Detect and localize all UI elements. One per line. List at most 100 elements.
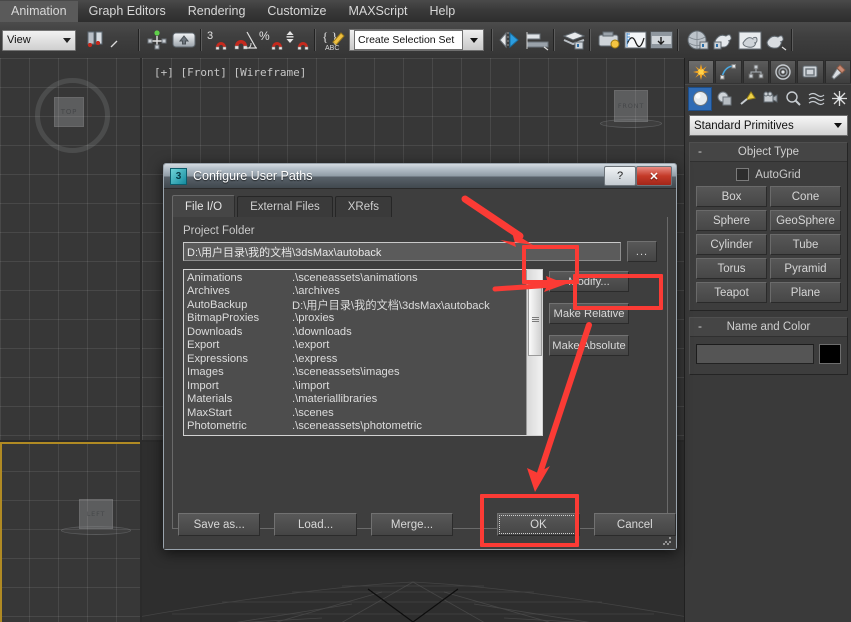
mirror-icon[interactable]	[498, 28, 522, 52]
selection-filter-icon[interactable]	[171, 28, 196, 52]
menu-item-customize[interactable]: Customize	[256, 1, 337, 22]
merge-button[interactable]: Merge...	[370, 513, 454, 536]
menu-item-animation[interactable]: Animation	[0, 0, 78, 22]
viewport-top-left[interactable]: TOP	[0, 58, 140, 440]
list-item[interactable]: Previews.\previews	[184, 433, 526, 435]
make-relative-button[interactable]: Make Relative	[549, 303, 629, 324]
lights-icon[interactable]	[736, 88, 758, 110]
angle-snap-toggle-icon[interactable]	[233, 28, 257, 52]
autogrid-row[interactable]: AutoGrid	[696, 166, 841, 186]
schematic-view-icon[interactable]	[648, 28, 673, 52]
list-item[interactable]: Images .\sceneassets\images	[184, 366, 526, 380]
geometry-icon[interactable]	[688, 86, 712, 111]
cameras-icon[interactable]	[759, 88, 781, 110]
spinner-snap-toggle-icon[interactable]	[285, 28, 309, 52]
bind-to-space-warp-icon[interactable]	[145, 28, 169, 52]
list-item[interactable]: Export .\export	[184, 339, 526, 353]
sphere-button[interactable]: Sphere	[696, 210, 767, 231]
modify-button[interactable]: Modify...	[549, 271, 629, 292]
list-item[interactable]: AutoBackup D:\用户目录\我的文档\3dsMax\autoback	[184, 298, 526, 312]
viewcube-face-front[interactable]: FRONT	[614, 90, 648, 122]
viewcube-compass-icon[interactable]	[600, 119, 662, 128]
object-color-swatch[interactable]	[819, 344, 841, 364]
list-item[interactable]: Expressions .\express	[184, 352, 526, 366]
cancel-button[interactable]: Cancel	[593, 513, 677, 536]
shapes-icon[interactable]	[713, 88, 735, 110]
geosphere-button[interactable]: GeoSphere	[770, 210, 841, 231]
browse-button[interactable]: ...	[627, 241, 657, 262]
list-item[interactable]: Photometric .\sceneassets\photometric	[184, 420, 526, 434]
object-category-dropdown[interactable]: Standard Primitives	[689, 115, 848, 136]
collapse-icon[interactable]: -	[698, 144, 702, 158]
help-button[interactable]: ?	[604, 166, 636, 186]
material-editor-icon[interactable]	[684, 28, 709, 52]
viewcube-face-left[interactable]: LEFT	[79, 499, 113, 529]
tab-xrefs[interactable]: XRefs	[334, 196, 393, 217]
resize-grip-icon[interactable]	[662, 536, 672, 546]
render-production-icon[interactable]	[710, 28, 734, 52]
list-item[interactable]: Materials .\materiallibraries	[184, 393, 526, 407]
cylinder-button[interactable]: Cylinder	[696, 234, 767, 255]
viewcube-compass-icon[interactable]	[61, 526, 131, 535]
snaps-toggle-3d-icon[interactable]: 3	[207, 28, 231, 52]
align-icon[interactable]	[524, 28, 549, 52]
tube-button[interactable]: Tube	[770, 234, 841, 255]
activeshade-icon[interactable]	[762, 28, 787, 52]
menu-item-maxscript[interactable]: MAXScript	[337, 1, 418, 22]
viewcube-face-top[interactable]: TOP	[54, 97, 84, 127]
project-folder-input[interactable]: D:\用户目录\我的文档\3dsMax\autoback	[183, 242, 621, 261]
save-as-button[interactable]: Save as...	[178, 513, 261, 536]
viewcube-front[interactable]: FRONT	[594, 86, 669, 146]
viewport-splitter-vertical[interactable]	[140, 58, 142, 622]
systems-icon[interactable]	[828, 88, 850, 110]
modify-tab[interactable]	[715, 60, 742, 83]
object-type-header[interactable]: - Object Type	[690, 143, 847, 162]
box-button[interactable]: Box	[696, 186, 767, 207]
list-item[interactable]: Import .\import	[184, 379, 526, 393]
layer-manager-icon[interactable]	[560, 28, 586, 52]
helpers-icon[interactable]	[782, 88, 804, 110]
viewport-bottom-left[interactable]: LEFT	[0, 442, 140, 622]
dialog-title-bar[interactable]: 3 Configure User Paths ? ✕	[164, 164, 676, 188]
ok-button[interactable]: OK	[497, 513, 580, 536]
reference-coordinate-system-combo[interactable]: View	[2, 29, 76, 51]
close-button[interactable]: ✕	[636, 166, 672, 186]
tab-external-files[interactable]: External Files	[237, 196, 333, 217]
list-item[interactable]: BitmapProxies .\proxies	[184, 312, 526, 326]
plane-button[interactable]: Plane	[770, 282, 841, 303]
pyramid-button[interactable]: Pyramid	[770, 258, 841, 279]
chevron-down-icon[interactable]	[465, 31, 483, 49]
list-item[interactable]: Animations .\sceneassets\animations	[184, 271, 526, 285]
motion-tab[interactable]	[769, 60, 797, 83]
space-warps-icon[interactable]	[805, 88, 827, 110]
collapse-icon[interactable]: -	[698, 319, 702, 333]
named-selection-set-input[interactable]: Create Selection Set	[354, 30, 463, 50]
list-item[interactable]: Downloads .\downloads	[184, 325, 526, 339]
name-and-color-header[interactable]: - Name and Color	[690, 318, 847, 337]
path-list[interactable]: Animations .\sceneassets\animations Archi…	[183, 269, 543, 436]
named-selection-sets-icon[interactable]: { } ABC	[321, 28, 345, 52]
tab-file-io[interactable]: File I/O	[172, 195, 236, 217]
viewport-label-front[interactable]: [+] [Front] [Wireframe]	[154, 66, 306, 79]
scrollbar-thumb[interactable]	[528, 284, 542, 356]
teapot-button[interactable]: Teapot	[696, 282, 767, 303]
cone-button[interactable]: Cone	[770, 186, 841, 207]
menu-item-help[interactable]: Help	[419, 1, 467, 22]
percent-snap-toggle-icon[interactable]: %	[259, 28, 283, 52]
curve-editor-icon[interactable]	[622, 28, 647, 52]
make-absolute-button[interactable]: Make Absolute	[549, 335, 629, 356]
hierarchy-tab[interactable]	[742, 60, 769, 83]
menu-item-graph-editors[interactable]: Graph Editors	[78, 1, 177, 22]
unlink-selection-icon[interactable]	[109, 28, 133, 52]
named-selection-set-combo[interactable]: Create Selection Set	[349, 29, 484, 51]
display-tab[interactable]	[797, 60, 824, 83]
menu-item-rendering[interactable]: Rendering	[177, 1, 257, 22]
create-tab[interactable]	[688, 60, 715, 83]
render-iterative-icon[interactable]	[736, 28, 762, 52]
select-and-link-icon[interactable]	[83, 28, 107, 52]
load-button[interactable]: Load...	[274, 513, 357, 536]
list-item[interactable]: MaxStart .\scenes	[184, 406, 526, 420]
viewcube-left[interactable]: LEFT	[55, 497, 135, 547]
autogrid-checkbox[interactable]	[736, 168, 750, 181]
path-list-scrollbar[interactable]	[526, 270, 542, 435]
